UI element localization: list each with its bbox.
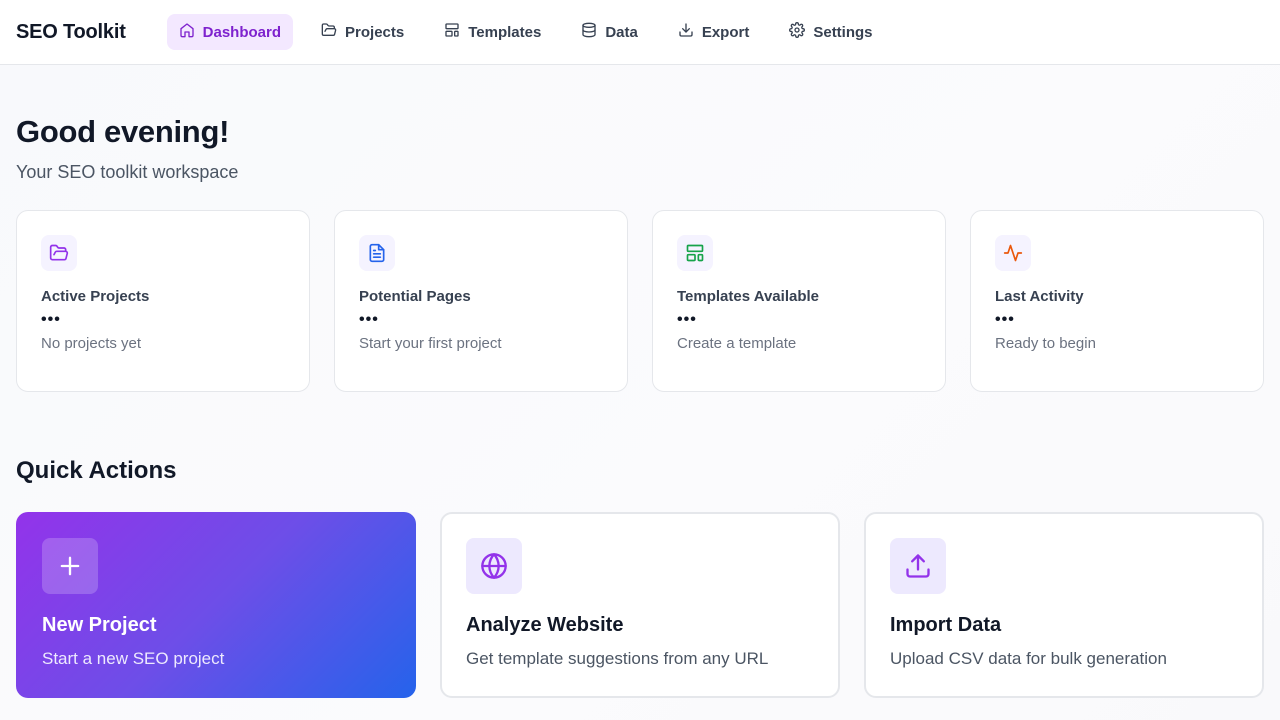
stat-label: Active Projects	[41, 288, 150, 305]
stat-note: Start your first project	[359, 335, 502, 352]
stat-value-loading: •••	[677, 311, 697, 328]
app-title: SEO Toolkit	[16, 20, 126, 43]
nav-item-templates[interactable]: Templates	[432, 14, 553, 50]
action-description: Start a new SEO project	[42, 649, 225, 668]
gear-icon	[789, 22, 806, 42]
action-description: Get template suggestions from any URL	[466, 649, 769, 668]
folder-open-icon	[321, 22, 337, 42]
new-project-card[interactable]: New Project Start a new SEO project	[16, 512, 416, 698]
stat-note: No projects yet	[41, 335, 142, 352]
nav-item-dashboard[interactable]: Dashboard	[166, 14, 294, 50]
stat-value-loading: •••	[995, 311, 1015, 328]
nav-label: Projects	[345, 23, 405, 41]
stat-value-loading: •••	[359, 311, 379, 328]
nav-item-data[interactable]: Data	[569, 14, 650, 50]
download-icon	[678, 22, 694, 42]
action-title: Analyze Website	[466, 614, 624, 636]
stat-note: Ready to begin	[995, 335, 1096, 352]
top-navigation-bar: SEO Toolkit Dashboard Projects Templates…	[0, 0, 1280, 65]
stat-card-templates-available: Templates Available ••• Create a templat…	[652, 210, 946, 392]
stat-value-loading: •••	[41, 311, 61, 328]
globe-icon	[466, 538, 522, 594]
plus-icon	[42, 538, 98, 594]
activity-icon	[995, 235, 1031, 271]
folder-open-icon	[41, 235, 77, 271]
quick-actions-title: Quick Actions	[16, 457, 177, 484]
home-icon	[179, 22, 195, 42]
nav-item-settings[interactable]: Settings	[777, 14, 884, 50]
layout-template-icon	[444, 22, 460, 42]
action-description: Upload CSV data for bulk generation	[890, 649, 1167, 668]
page-subtitle: Your SEO toolkit workspace	[16, 162, 239, 182]
action-title: Import Data	[890, 614, 1002, 636]
nav-label: Dashboard	[202, 23, 282, 41]
nav-label: Templates	[468, 23, 542, 41]
database-icon	[581, 22, 597, 42]
nav-label: Export	[701, 23, 750, 41]
nav-item-projects[interactable]: Projects	[309, 14, 416, 50]
stat-card-potential-pages: Potential Pages ••• Start your first pro…	[334, 210, 628, 392]
main-content: Good evening! Your SEO toolkit workspace…	[0, 114, 1280, 698]
stats-row: Active Projects ••• No projects yet Pote…	[16, 210, 1264, 392]
nav-label: Settings	[813, 23, 873, 41]
nav-item-export[interactable]: Export	[666, 14, 762, 50]
nav-label: Data	[605, 23, 638, 41]
stat-card-active-projects: Active Projects ••• No projects yet	[16, 210, 310, 392]
page-greeting: Good evening!	[16, 114, 230, 149]
main-nav: Dashboard Projects Templates Data Export	[166, 14, 893, 50]
stat-label: Potential Pages	[359, 288, 471, 305]
analyze-website-card[interactable]: Analyze Website Get template suggestions…	[440, 512, 840, 698]
quick-actions-row: New Project Start a new SEO project Anal…	[16, 512, 1264, 698]
stat-label: Templates Available	[677, 288, 820, 305]
action-title: New Project	[42, 614, 157, 636]
stat-label: Last Activity	[995, 288, 1084, 305]
upload-icon	[890, 538, 946, 594]
import-data-card[interactable]: Import Data Upload CSV data for bulk gen…	[864, 512, 1264, 698]
stat-note: Create a template	[677, 335, 797, 352]
layout-template-icon	[677, 235, 713, 271]
stat-card-last-activity: Last Activity ••• Ready to begin	[970, 210, 1264, 392]
file-text-icon	[359, 235, 395, 271]
